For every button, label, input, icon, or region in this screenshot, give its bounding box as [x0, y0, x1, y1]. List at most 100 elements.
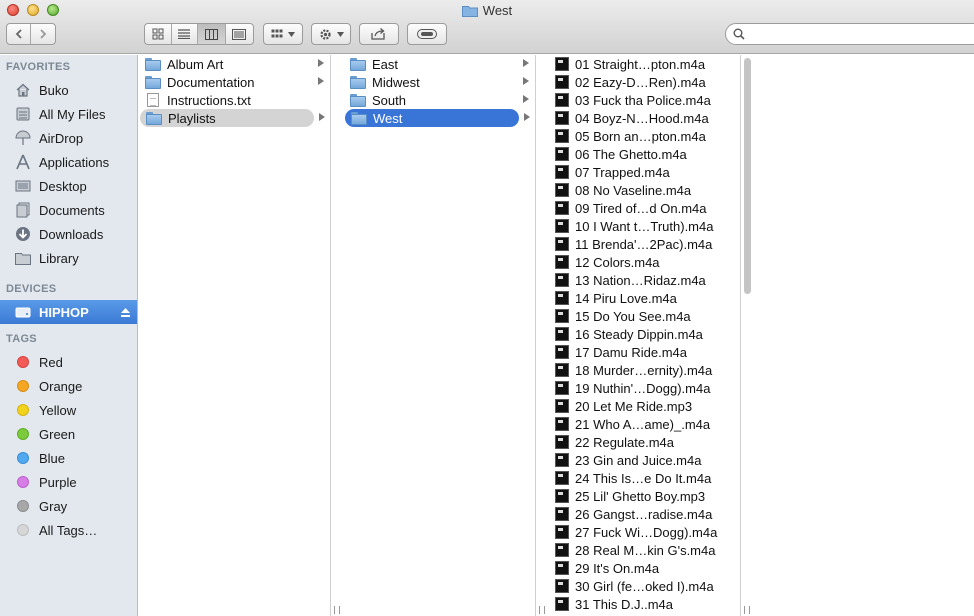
list-item-track[interactable]: 11 Brenda'…2Pac).m4a: [549, 235, 738, 253]
list-item-track[interactable]: 29 It's On.m4a: [549, 559, 738, 577]
list-item-track[interactable]: 12 Colors.m4a: [549, 253, 738, 271]
list-view-button[interactable]: [172, 24, 199, 44]
sidebar-tag-yellow[interactable]: Yellow: [0, 398, 137, 422]
audio-file-icon: [555, 129, 569, 143]
list-item-track[interactable]: 22 Regulate.m4a: [549, 433, 738, 451]
list-item-track[interactable]: 10 I Want t…Truth).m4a: [549, 217, 738, 235]
search-field[interactable]: [725, 23, 974, 45]
scrollbar[interactable]: [744, 58, 751, 294]
list-item-track[interactable]: 20 Let Me Ride.mp3: [549, 397, 738, 415]
sidebar-tag-all-tags[interactable]: All Tags…: [0, 518, 137, 542]
sidebar-item-label: All My Files: [39, 106, 106, 122]
sidebar-item-all-my-files[interactable]: All My Files: [0, 102, 137, 126]
list-item-track[interactable]: 09 Tired of…d On.m4a: [549, 199, 738, 217]
forward-button[interactable]: [31, 24, 55, 44]
sidebar-tag-purple[interactable]: Purple: [0, 470, 137, 494]
audio-file-icon: [555, 453, 569, 467]
column-resize-handle[interactable]: [539, 606, 545, 614]
sidebar-item-hiphop[interactable]: HIPHOP: [0, 300, 137, 324]
toolbar: West: [0, 0, 974, 54]
cover-flow-button[interactable]: [226, 24, 253, 44]
folder-icon: [350, 57, 366, 71]
track-name: 26 Gangst…radise.m4a: [575, 506, 713, 522]
sidebar-item-desktop[interactable]: Desktop: [0, 174, 137, 198]
list-item-track[interactable]: 26 Gangst…radise.m4a: [549, 505, 738, 523]
list-item-track[interactable]: 17 Damu Ride.m4a: [549, 343, 738, 361]
audio-file-icon: [555, 201, 569, 215]
column-region-folders: East Midwest South West: [344, 55, 535, 616]
list-item-west[interactable]: West: [345, 109, 519, 127]
folder-icon: [351, 111, 367, 125]
red-tag-icon: [17, 356, 29, 368]
sidebar-item-documents[interactable]: Documents: [0, 198, 137, 222]
list-item-track[interactable]: 27 Fuck Wi…Dogg).m4a: [549, 523, 738, 541]
list-item-track[interactable]: 21 Who A…ame)_.m4a: [549, 415, 738, 433]
icon-view-button[interactable]: [145, 24, 172, 44]
sidebar-item-buko[interactable]: Buko: [0, 78, 137, 102]
sidebar-item-library[interactable]: Library: [0, 246, 137, 270]
sidebar-tag-gray[interactable]: Gray: [0, 494, 137, 518]
column-view-button[interactable]: [198, 24, 226, 44]
dropdown-arrow-icon: [288, 31, 295, 37]
list-item-south[interactable]: South: [344, 91, 533, 109]
sidebar-tag-orange[interactable]: Orange: [0, 374, 137, 398]
audio-file-icon: [555, 525, 569, 539]
edit-tags-button[interactable]: [407, 23, 447, 45]
list-item-instructions[interactable]: Instructions.txt: [139, 91, 328, 109]
sidebar-tag-red[interactable]: Red: [0, 350, 137, 374]
list-item-album-art[interactable]: Album Art: [139, 55, 328, 73]
track-name: 30 Girl (fe…oked I).m4a: [575, 578, 714, 594]
list-item-track[interactable]: 19 Nuthin'…Dogg).m4a: [549, 379, 738, 397]
list-item-track[interactable]: 03 Fuck tha Police.m4a: [549, 91, 738, 109]
audio-file-icon: [555, 363, 569, 377]
list-item-track[interactable]: 31 This D.J..m4a: [549, 595, 738, 613]
list-item-playlists[interactable]: Playlists: [140, 109, 314, 127]
share-button[interactable]: [359, 23, 399, 45]
list-item-track[interactable]: 15 Do You See.m4a: [549, 307, 738, 325]
list-item-track[interactable]: 30 Girl (fe…oked I).m4a: [549, 577, 738, 595]
list-view-icon: [178, 29, 191, 39]
sidebar-tag-green[interactable]: Green: [0, 422, 137, 446]
list-item-midwest[interactable]: Midwest: [344, 73, 533, 91]
list-item-track[interactable]: 05 Born an…pton.m4a: [549, 127, 738, 145]
sidebar-tag-blue[interactable]: Blue: [0, 446, 137, 470]
list-item-track[interactable]: 06 The Ghetto.m4a: [549, 145, 738, 163]
audio-file-icon: [555, 489, 569, 503]
list-item-track[interactable]: 07 Trapped.m4a: [549, 163, 738, 181]
list-item-track[interactable]: 13 Nation…Ridaz.m4a: [549, 271, 738, 289]
folder-icon: [461, 5, 478, 17]
chevron-left-icon: [15, 29, 22, 39]
list-item-track[interactable]: 08 No Vaseline.m4a: [549, 181, 738, 199]
sidebar-item-downloads[interactable]: Downloads: [0, 222, 137, 246]
audio-file-icon: [555, 507, 569, 521]
sidebar-header-favorites: FAVORITES: [6, 61, 71, 73]
list-item-track[interactable]: 01 Straight…pton.m4a: [549, 55, 738, 73]
list-item-east[interactable]: East: [344, 55, 533, 73]
list-item-track[interactable]: 16 Steady Dippin.m4a: [549, 325, 738, 343]
sidebar-item-label: Desktop: [39, 178, 87, 194]
list-item-track[interactable]: 02 Eazy-D…Ren).m4a: [549, 73, 738, 91]
column-empty-preview: [752, 55, 974, 616]
track-name: 15 Do You See.m4a: [575, 308, 691, 324]
eject-icon[interactable]: [120, 306, 131, 321]
list-item-track[interactable]: 25 Lil' Ghetto Boy.mp3: [549, 487, 738, 505]
sidebar-item-label: Downloads: [39, 226, 104, 242]
track-name: 28 Real M…kin G's.m4a: [575, 542, 716, 558]
list-item-documentation[interactable]: Documentation: [139, 73, 328, 91]
column-resize-handle[interactable]: [744, 606, 750, 614]
audio-file-icon: [555, 597, 569, 611]
sidebar-item-applications[interactable]: Applications: [0, 150, 137, 174]
column-resize-handle[interactable]: [334, 606, 340, 614]
track-name: 14 Piru Love.m4a: [575, 290, 677, 306]
sidebar-item-airdrop[interactable]: AirDrop: [0, 126, 137, 150]
list-item-track[interactable]: 28 Real M…kin G's.m4a: [549, 541, 738, 559]
list-item-track[interactable]: 04 Boyz-N…Hood.m4a: [549, 109, 738, 127]
action-button[interactable]: [311, 23, 351, 45]
list-item-track[interactable]: 14 Piru Love.m4a: [549, 289, 738, 307]
list-item-track[interactable]: 24 This Is…e Do It.m4a: [549, 469, 738, 487]
arrange-button[interactable]: [263, 23, 303, 45]
list-item-track[interactable]: 18 Murder…ernity).m4a: [549, 361, 738, 379]
list-item-track[interactable]: 23 Gin and Juice.m4a: [549, 451, 738, 469]
back-button[interactable]: [7, 24, 32, 44]
sidebar-item-label: Blue: [39, 450, 66, 466]
